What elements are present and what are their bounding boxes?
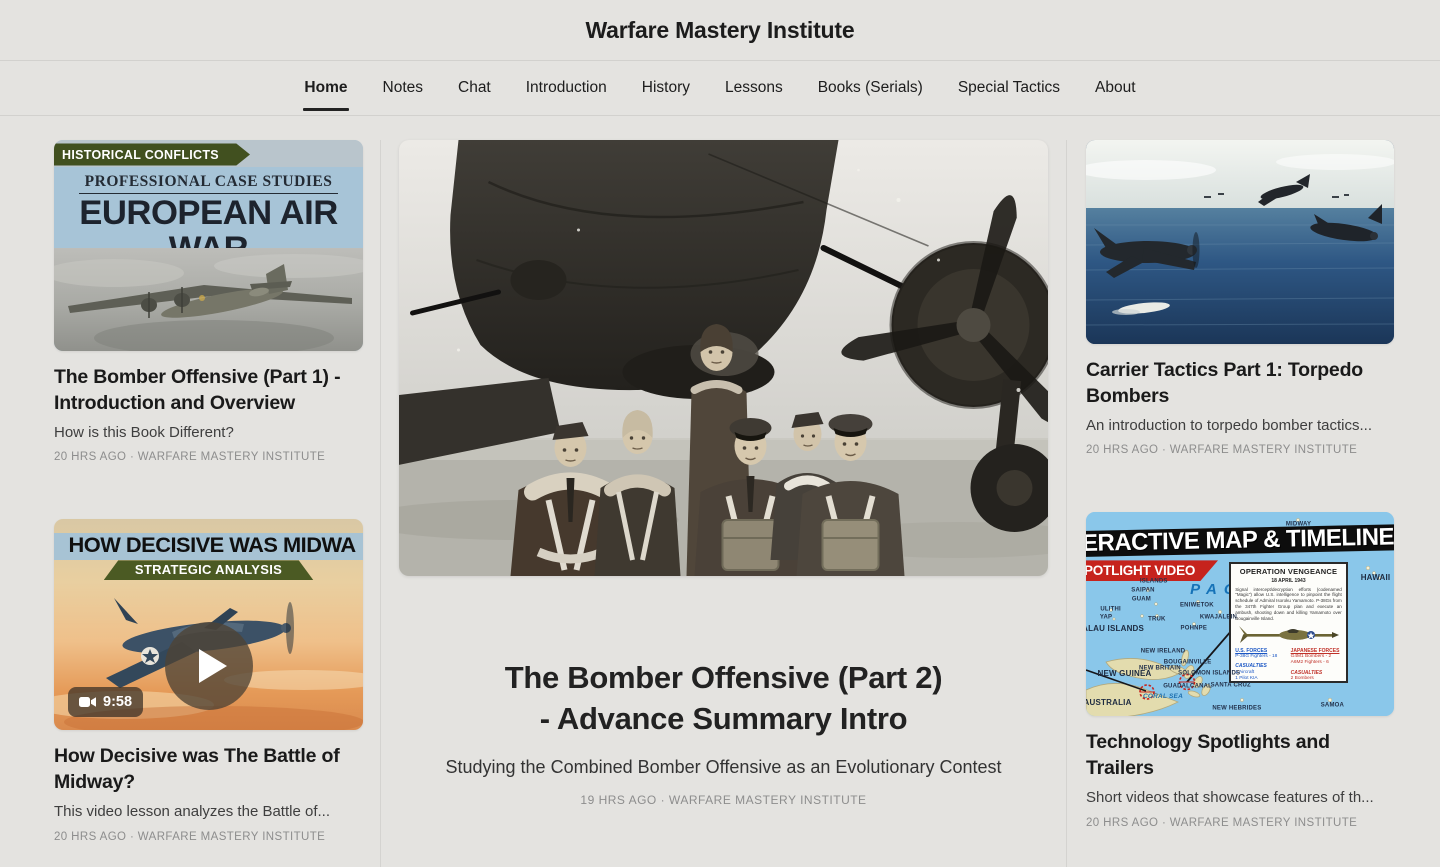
post-subtitle: An introduction to torpedo bomber tactic…: [1086, 416, 1372, 434]
video-camera-icon: [79, 697, 96, 708]
nav-tab-chat[interactable]: Chat: [457, 63, 492, 113]
video-ribbon: STRATEGIC ANALYSIS: [103, 560, 314, 581]
video-duration-badge: 9:58: [68, 687, 144, 718]
infobox-line: 2 Bombers: [1290, 676, 1314, 682]
nav-tab-lessons[interactable]: Lessons: [724, 63, 784, 113]
featured-post-subtitle: Studying the Combined Bomber Offensive a…: [445, 756, 1002, 777]
post-thumbnail-map-timeline[interactable]: PACI ERACTIVE MAP & TIMELINE POTLIGHT VI…: [1086, 512, 1394, 717]
right-column: Carrier Tactics Part 1: Torpedo Bombers …: [1086, 140, 1394, 829]
featured-post-title[interactable]: The Bomber Offensive (Part 2) - Advance …: [504, 658, 944, 740]
video-duration: 9:58: [103, 694, 133, 711]
infobox-line: A6M2 Fighters - 6: [1290, 660, 1329, 666]
cover-photo-b17: [54, 248, 363, 351]
nav-tabs: Home Notes Chat Introduction History Lessons B…: [0, 61, 1440, 116]
video-band-title: HOW DECISIVE WAS MIDWA: [54, 533, 363, 561]
video-sky-strip: [54, 519, 363, 533]
nav-tab-special-tactics[interactable]: Special Tactics: [957, 63, 1061, 113]
post-thumbnail-torpedo-bombers[interactable]: [1086, 140, 1394, 344]
cover-banner-row: HISTORICAL CONFLICTS: [54, 140, 363, 167]
infobox-line: P-38G Fighters - 18: [1235, 654, 1278, 660]
post-title: How Decisive was The Battle of Midway?: [54, 745, 340, 794]
left-column: HISTORICAL CONFLICTS PROFESSIONAL CASE S…: [54, 140, 363, 843]
post-meta: 20 HRS AGO · WARFARE MASTERY INSTITUTE: [54, 451, 326, 464]
nav-tab-books-serials[interactable]: Books (Serials): [817, 63, 924, 113]
play-icon: [198, 649, 227, 684]
column-divider: [1066, 140, 1067, 867]
post-subtitle: Short videos that showcase features of t…: [1086, 789, 1374, 807]
nav-tab-about[interactable]: About: [1094, 63, 1137, 113]
us-forces-lines: P-38G Fighters - 18: [1235, 654, 1286, 660]
nav-tab-introduction[interactable]: Introduction: [525, 63, 608, 113]
post-title: Technology Spotlights and Trailers: [1086, 731, 1330, 780]
infobox-title: OPERATION VENGEANCE: [1239, 567, 1338, 577]
infobox-body: Signal intercept/decryption efforts (cod…: [1235, 586, 1342, 621]
us-casualties-lines: 1 Aircraft 1 Pilot KIA: [1235, 670, 1286, 682]
home-post-grid: HISTORICAL CONFLICTS PROFESSIONAL CASE S…: [0, 116, 1440, 867]
jp-forces-lines: G4M1 Bombers - 2 A6M2 Fighters - 6: [1291, 654, 1342, 666]
post-card-technology-spotlights[interactable]: PACI ERACTIVE MAP & TIMELINE POTLIGHT VI…: [1086, 512, 1394, 829]
post-card-bomber-offensive-part1[interactable]: HISTORICAL CONFLICTS PROFESSIONAL CASE S…: [54, 140, 363, 463]
post-meta: 20 HRS AGO · WARFARE MASTERY INSTITUTE: [1086, 816, 1358, 829]
post-meta: 20 HRS AGO · WARFARE MASTERY INSTITUTE: [54, 830, 326, 843]
post-title: Carrier Tactics Part 1: Torpedo Bombers: [1086, 359, 1363, 407]
post-subtitle: This video lesson analyzes the Battle of…: [54, 803, 330, 821]
post-subtitle: How is this Book Different?: [54, 423, 234, 441]
cover-banner: HISTORICAL CONFLICTS: [54, 143, 250, 166]
post-title: The Bomber Offensive (Part 1) - Introduc…: [54, 366, 341, 414]
center-column: The Bomber Offensive (Part 2) - Advance …: [381, 140, 1066, 807]
site-header: Warfare Mastery Institute: [0, 0, 1440, 61]
infobox-date: 18 APRIL 1943: [1271, 578, 1306, 585]
nav-tab-notes[interactable]: Notes: [382, 63, 425, 113]
post-meta: 20 HRS AGO · WARFARE MASTERY INSTITUTE: [1086, 444, 1358, 457]
jp-casualties-lines: 2 BombersADM Isoroku Yamamoto: [1290, 676, 1342, 682]
cover-heading: PROFESSIONAL CASE STUDIES: [78, 173, 339, 194]
post-thumbnail-european-air-war[interactable]: HISTORICAL CONFLICTS PROFESSIONAL CASE S…: [54, 140, 363, 351]
play-button[interactable]: [164, 622, 253, 711]
publication-title[interactable]: Warfare Mastery Institute: [586, 17, 855, 44]
video-thumbnail-midway[interactable]: HOW DECISIVE WAS MIDWA STRATEGIC ANALYSI…: [54, 519, 363, 731]
post-card-midway-video[interactable]: HOW DECISIVE WAS MIDWA STRATEGIC ANALYSI…: [54, 519, 363, 843]
nav-tab-home[interactable]: Home: [303, 63, 349, 113]
p38-lightning-illustration: [1238, 625, 1339, 643]
featured-thumbnail-bomber-crew[interactable]: [399, 140, 1048, 576]
infobox-line: 1 Pilot KIA: [1235, 676, 1258, 682]
featured-post-meta: 19 HRS AGO · WARFARE MASTERY INSTITUTE: [580, 792, 867, 807]
featured-post-card[interactable]: The Bomber Offensive (Part 2) - Advance …: [399, 140, 1048, 807]
nav-tab-history[interactable]: History: [641, 63, 691, 113]
post-card-carrier-tactics[interactable]: Carrier Tactics Part 1: Torpedo Bombers …: [1086, 140, 1394, 456]
map-red-ribbon: POTLIGHT VIDEO: [1086, 560, 1218, 582]
operation-vengeance-infobox: OPERATION VENGEANCE 18 APRIL 1943 Signal…: [1229, 562, 1348, 683]
